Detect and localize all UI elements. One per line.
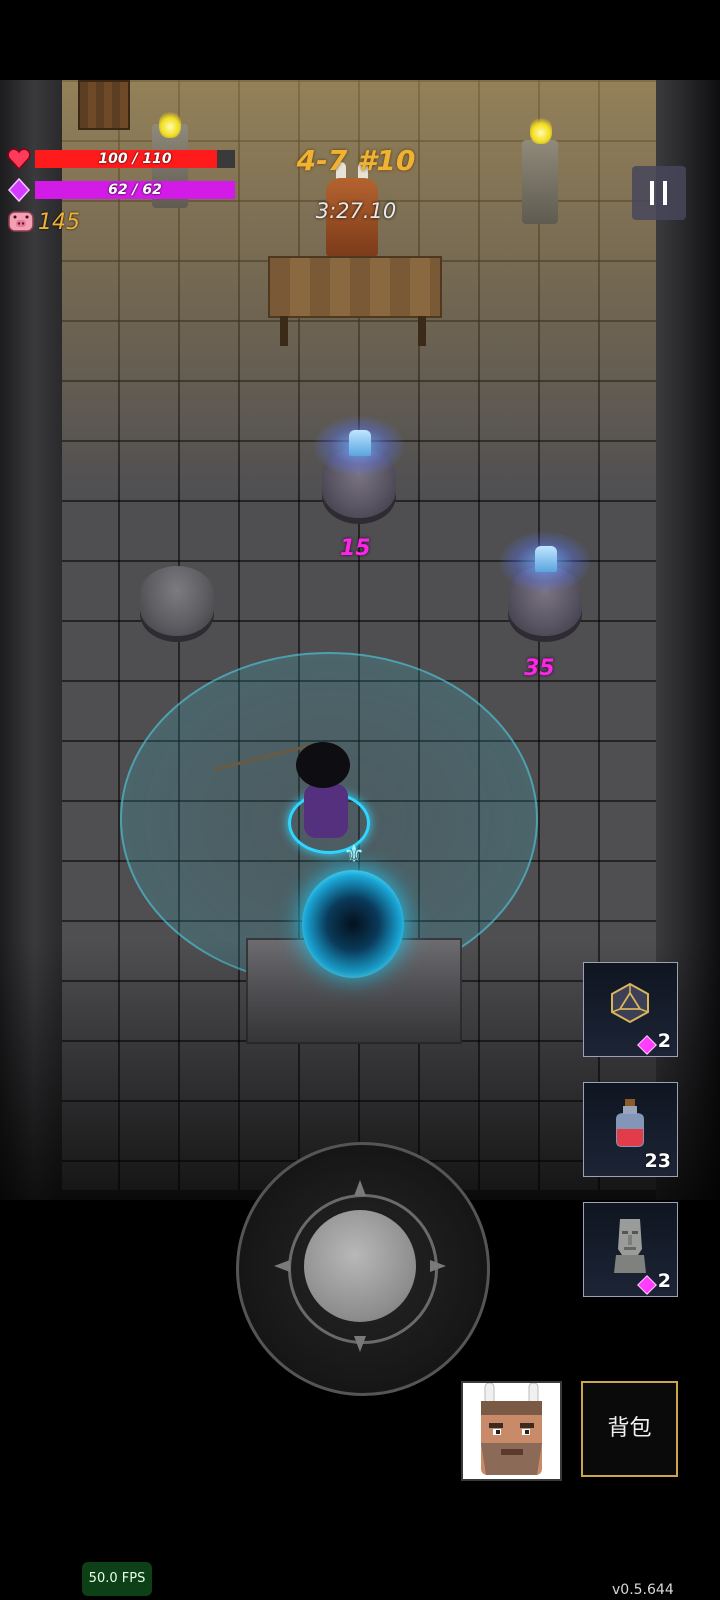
heart-icon xyxy=(7,148,31,171)
d20-dice-icon xyxy=(611,982,649,1024)
run-timer: 3:27.10 xyxy=(315,199,397,223)
player-body xyxy=(304,784,348,838)
quick-slot-dice[interactable]: 2 xyxy=(583,962,678,1057)
gold-count: 145 xyxy=(38,210,80,235)
torch-flame-left xyxy=(159,110,181,138)
health-bar: 100 / 110 xyxy=(35,150,235,168)
pause-button[interactable] xyxy=(632,166,686,220)
pig-icon xyxy=(8,211,34,232)
item-price-1: 15 xyxy=(340,536,371,561)
wooden-door xyxy=(78,80,130,130)
slot-count-potion: 23 xyxy=(644,1150,671,1172)
health-text: 100 / 110 xyxy=(98,151,172,167)
slot-count-statue: 2 xyxy=(657,1270,671,1292)
stage-label: 4-7 #10 xyxy=(296,144,416,177)
quick-slot-potion[interactable]: 23 xyxy=(583,1082,678,1177)
red-potion-icon xyxy=(616,1099,644,1147)
item-price-2: 35 xyxy=(524,656,555,681)
mana-text: 62 / 62 xyxy=(108,182,162,198)
merchant-table[interactable] xyxy=(268,256,442,318)
player-character xyxy=(296,742,350,788)
character-portrait[interactable] xyxy=(461,1381,562,1481)
joystick-knob[interactable] xyxy=(304,1210,416,1322)
table-leg xyxy=(280,316,288,346)
helmet-item-2[interactable] xyxy=(535,546,557,572)
torch-stand-right xyxy=(522,140,558,224)
diamond-icon xyxy=(7,177,31,203)
quick-slot-statue[interactable]: 2 xyxy=(583,1202,678,1297)
moai-statue-icon xyxy=(614,1219,646,1273)
bag-button[interactable]: 背包 xyxy=(581,1381,678,1477)
table-leg xyxy=(418,316,426,346)
helmet-item-1[interactable] xyxy=(349,430,371,456)
gem-icon xyxy=(637,1035,657,1055)
torch-flame-right xyxy=(530,116,552,144)
gem-icon xyxy=(637,1275,657,1295)
portal-rune-icon: ⚜ xyxy=(343,840,365,868)
fps-counter: 50.0 FPS xyxy=(82,1562,152,1596)
merchant-avatar-icon xyxy=(481,1383,542,1475)
slot-count-dice: 2 xyxy=(657,1030,671,1052)
mana-bar: 62 / 62 xyxy=(35,181,235,199)
version-label: v0.5.644 xyxy=(612,1582,674,1598)
empty-pedestal xyxy=(140,566,214,636)
